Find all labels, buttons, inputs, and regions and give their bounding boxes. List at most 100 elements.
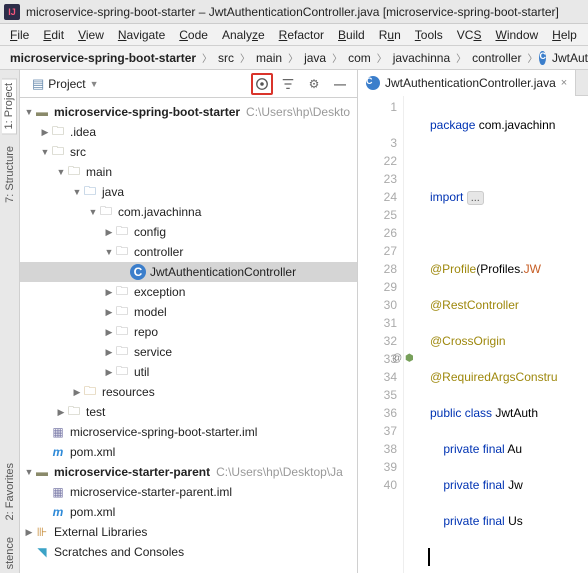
request-mapping-icon[interactable]: @ xyxy=(392,350,406,364)
tree-label: Scratches and Consoles xyxy=(54,545,184,559)
tree-node-main[interactable]: ▼ 🗀 main xyxy=(20,162,357,182)
tree-node-jwtcontroller[interactable]: · C JwtAuthenticationController xyxy=(20,262,357,282)
project-panel: ▤ Project ▼ ⚙ — ▼ ▬ microservice-sprin xyxy=(20,70,358,573)
folder-icon: 🗀 xyxy=(66,404,82,420)
chevron-right-icon: 〉 xyxy=(288,50,298,65)
menu-help[interactable]: Help xyxy=(546,26,583,44)
breadcrumb-root[interactable]: microservice-spring-boot-starter xyxy=(6,50,200,66)
expand-icon[interactable]: ▶ xyxy=(104,307,114,318)
project-view-selector[interactable]: ▤ Project ▼ xyxy=(26,74,105,94)
expand-icon[interactable]: ▶ xyxy=(104,327,114,338)
close-icon[interactable]: × xyxy=(561,77,567,89)
collapse-icon[interactable]: ▼ xyxy=(56,167,66,177)
breadcrumb-item[interactable]: javachinna xyxy=(389,50,454,66)
tree-node-iml[interactable]: · ▦ microservice-spring-boot-starter.iml xyxy=(20,422,357,442)
tree-hint: C:\Users\hp\Deskto xyxy=(246,105,350,119)
project-tree[interactable]: ▼ ▬ microservice-spring-boot-starter C:\… xyxy=(20,98,357,573)
expand-icon[interactable]: ▶ xyxy=(56,407,66,418)
menu-window[interactable]: Window xyxy=(489,26,544,44)
breadcrumb: microservice-spring-boot-starter 〉 src 〉… xyxy=(0,46,588,70)
menu-vcs[interactable]: VCS xyxy=(451,26,488,44)
editor-tab-active[interactable]: C JwtAuthenticationController.java × xyxy=(358,70,576,96)
sidebar-tab-project[interactable]: 1: Project xyxy=(2,78,17,134)
settings-button[interactable]: ⚙ xyxy=(303,73,325,95)
sidebar-tab-structure[interactable]: 7: Structure xyxy=(3,142,17,207)
menu-code[interactable]: Code xyxy=(173,26,214,44)
code-area[interactable]: package com.javachinn import ... @Profil… xyxy=(422,96,588,573)
menu-run[interactable]: Run xyxy=(373,26,407,44)
breadcrumb-item[interactable]: main xyxy=(252,50,286,66)
expand-all-button[interactable] xyxy=(277,73,299,95)
menu-build[interactable]: Build xyxy=(332,26,371,44)
menu-file[interactable]: File xyxy=(4,26,35,44)
breadcrumb-item[interactable]: controller xyxy=(468,50,525,66)
collapse-icon[interactable]: ▼ xyxy=(72,187,82,197)
sidebar-tab-persistence[interactable]: stence xyxy=(3,533,17,573)
expand-icon[interactable]: ▶ xyxy=(24,527,34,538)
breadcrumb-item[interactable]: JwtAuthentic xyxy=(548,50,588,66)
menu-view[interactable]: View xyxy=(72,26,110,44)
tree-label: controller xyxy=(134,245,183,259)
tree-node-pom[interactable]: · m pom.xml xyxy=(20,502,357,522)
menubar: File Edit View Navigate Code Analyze Ref… xyxy=(0,24,588,46)
line-number-gutter: 1 3 22 23 24 25 26 27 28 29 30 31 32 33 … xyxy=(358,96,404,573)
tree-node-config[interactable]: ▶ 🗀 config xyxy=(20,222,357,242)
maven-icon: m xyxy=(50,504,66,520)
tree-node-idea[interactable]: ▶ 🗀 .idea xyxy=(20,122,357,142)
expand-icon[interactable]: ▶ xyxy=(72,387,82,398)
menu-tools[interactable]: Tools xyxy=(409,26,449,44)
menu-navigate[interactable]: Navigate xyxy=(112,26,171,44)
package-icon: 🗀 xyxy=(114,224,130,240)
menu-edit[interactable]: Edit xyxy=(37,26,70,44)
tree-node-parent-root[interactable]: ▼ ▬ microservice-starter-parent C:\Users… xyxy=(20,462,357,482)
tree-node-project-root[interactable]: ▼ ▬ microservice-spring-boot-starter C:\… xyxy=(20,102,357,122)
tree-label: microservice-spring-boot-starter xyxy=(54,105,240,119)
menu-refactor[interactable]: Refactor xyxy=(273,26,330,44)
sidebar-tab-favorites[interactable]: 2: Favorites xyxy=(3,459,17,524)
expand-icon[interactable]: ▶ xyxy=(104,227,114,238)
tree-node-model[interactable]: ▶ 🗀 model xyxy=(20,302,357,322)
expand-icon[interactable]: ▶ xyxy=(104,367,114,378)
tree-node-controller[interactable]: ▼ 🗀 controller xyxy=(20,242,357,262)
editor-body[interactable]: 1 3 22 23 24 25 26 27 28 29 30 31 32 33 … xyxy=(358,96,588,573)
tree-hint: C:\Users\hp\Desktop\Ja xyxy=(216,465,343,479)
tree-label: External Libraries xyxy=(54,525,147,539)
expand-icon[interactable]: ▶ xyxy=(40,127,50,138)
tree-label: service xyxy=(134,345,172,359)
tree-node-external-libraries[interactable]: ▶ ⊪ External Libraries xyxy=(20,522,357,542)
tree-node-exception[interactable]: ▶ 🗀 exception xyxy=(20,282,357,302)
tree-node-test[interactable]: ▶ 🗀 test xyxy=(20,402,357,422)
select-opened-file-button[interactable] xyxy=(251,73,273,95)
tree-node-java[interactable]: ▼ 🗀 java xyxy=(20,182,357,202)
collapse-icon[interactable]: ▼ xyxy=(104,247,114,257)
collapse-icon[interactable]: ▼ xyxy=(88,207,98,217)
expand-icon[interactable]: ▶ xyxy=(104,347,114,358)
tree-node-util[interactable]: ▶ 🗀 util xyxy=(20,362,357,382)
folder-icon: 🗀 xyxy=(50,144,66,160)
chevron-down-icon: ▼ xyxy=(90,79,99,89)
collapse-icon[interactable]: ▼ xyxy=(24,467,34,477)
target-icon xyxy=(255,77,269,91)
tree-node-service[interactable]: ▶ 🗀 service xyxy=(20,342,357,362)
tree-node-resources[interactable]: ▶ 🗀 resources xyxy=(20,382,357,402)
chevron-right-icon: 〉 xyxy=(377,50,387,65)
breadcrumb-item[interactable]: com xyxy=(344,50,375,66)
tree-label: JwtAuthenticationController xyxy=(150,265,296,279)
tree-node-pom[interactable]: · m pom.xml xyxy=(20,442,357,462)
spring-bean-icon[interactable]: ⬢ xyxy=(405,350,419,364)
tree-node-src[interactable]: ▼ 🗀 src xyxy=(20,142,357,162)
collapse-icon[interactable]: ▼ xyxy=(40,147,50,157)
tree-node-package[interactable]: ▼ 🗀 com.javachinna xyxy=(20,202,357,222)
module-icon: ▬ xyxy=(34,464,50,480)
tree-node-repo[interactable]: ▶ 🗀 repo xyxy=(20,322,357,342)
tree-node-scratches[interactable]: · ◥ Scratches and Consoles xyxy=(20,542,357,562)
breadcrumb-item[interactable]: java xyxy=(300,50,330,66)
chevron-right-icon: 〉 xyxy=(456,50,466,65)
collapse-icon[interactable]: ▼ xyxy=(24,107,34,117)
source-folder-icon: 🗀 xyxy=(82,184,98,200)
tree-node-iml[interactable]: · ▦ microservice-starter-parent.iml xyxy=(20,482,357,502)
menu-analyze[interactable]: Analyze xyxy=(216,26,271,44)
hide-button[interactable]: — xyxy=(329,73,351,95)
expand-icon[interactable]: ▶ xyxy=(104,287,114,298)
breadcrumb-item[interactable]: src xyxy=(214,50,238,66)
